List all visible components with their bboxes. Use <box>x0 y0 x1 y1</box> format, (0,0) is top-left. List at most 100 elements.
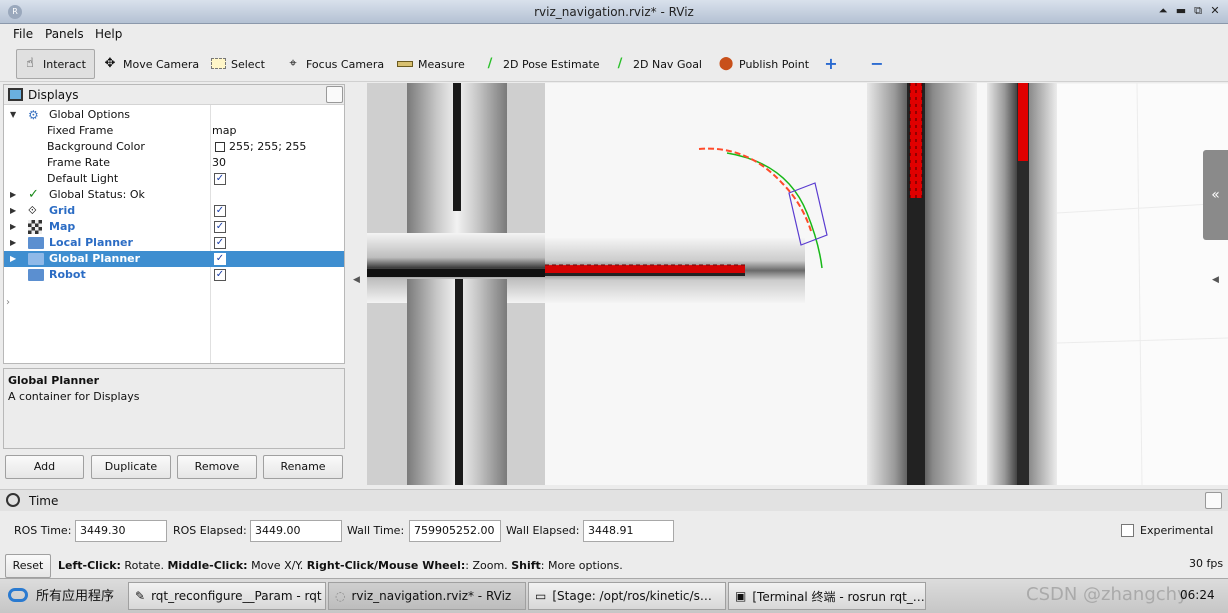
checkbox[interactable]: ✓ <box>214 221 226 233</box>
tree-row-grid[interactable]: ▶ ⟐ Grid ✓ <box>4 203 344 219</box>
expand-arrow-icon[interactable]: ▶ <box>10 219 16 235</box>
experimental-label: Experimental <box>1140 524 1214 537</box>
focus-camera-tool[interactable]: ⌖ Focus Camera <box>280 49 389 79</box>
task-stage[interactable]: ▭ [Stage: /opt/ros/kinetic/s… <box>528 582 726 610</box>
terminal-icon: ▣ <box>735 589 747 603</box>
window-title: rviz_navigation.rviz* - RViz <box>534 5 694 19</box>
task-terminal[interactable]: ▣ [Terminal 终端 - rosrun rqt_… <box>728 582 926 610</box>
shade-icon[interactable]: ⏶ <box>1156 4 1170 18</box>
tree-row-fixed-frame[interactable]: Fixed Frame map <box>4 123 344 139</box>
row-value[interactable]: map <box>212 123 236 139</box>
checkbox[interactable]: ✓ <box>214 173 226 185</box>
expand-arrow-icon[interactable]: ▶ <box>10 187 16 203</box>
fps-readout: 30 fps <box>1189 557 1224 570</box>
displays-header: Displays <box>4 85 344 105</box>
folder-icon <box>28 237 44 249</box>
map-render <box>367 83 1228 485</box>
ros-time-field[interactable]: 3449.30 <box>75 520 167 542</box>
menu-bar: File Panels Help <box>0 24 1228 44</box>
wall-time-field[interactable]: 759905252.00 <box>409 520 501 542</box>
select-tool[interactable]: Select <box>205 49 270 79</box>
menu-panels[interactable]: Panels <box>45 27 84 41</box>
row-label: Background Color <box>47 140 145 153</box>
collapse-left-icon[interactable]: ◀ <box>353 275 360 285</box>
select-icon <box>210 56 226 72</box>
add-button[interactable]: Add <box>5 455 84 479</box>
ros-time-label: ROS Time: <box>14 524 72 537</box>
close-icon[interactable]: ✕ <box>1208 4 1222 18</box>
nav-goal-icon: ∕ <box>617 56 623 71</box>
wall-time-label: Wall Time: <box>347 524 405 537</box>
publish-point-tool[interactable]: ⬤ Publish Point <box>713 49 814 79</box>
focus-camera-icon: ⌖ <box>289 56 297 71</box>
remove-button[interactable]: Remove <box>177 455 257 479</box>
undock-button[interactable] <box>1205 492 1222 509</box>
row-label: Frame Rate <box>47 156 110 169</box>
tree-row-frame-rate[interactable]: Frame Rate 30 <box>4 155 344 171</box>
watermark: CSDN @zhangchy <box>1026 584 1188 605</box>
measure-tool[interactable]: Measure <box>392 49 470 79</box>
task-rviz[interactable]: ◌ rviz_navigation.rviz* - RViz <box>328 582 526 610</box>
add-tool-button[interactable]: + <box>818 49 844 79</box>
row-label: Local Planner <box>49 236 133 249</box>
row-label: Global Options <box>49 108 131 121</box>
map-icon <box>28 220 42 234</box>
status-bar: Reset Left-Click: Rotate. Middle-Click: … <box>0 553 1228 578</box>
checkmark-icon: ✓ <box>28 187 39 202</box>
row-value[interactable]: 255; 255; 255 <box>229 139 306 155</box>
color-swatch[interactable] <box>215 142 225 152</box>
checkbox[interactable]: ✓ <box>214 237 226 249</box>
clock-icon <box>6 493 20 507</box>
title-bar: R rviz_navigation.rviz* - RViz ⏶ ▬ ⧉ ✕ <box>0 0 1228 24</box>
remove-tool-button[interactable]: − <box>864 49 890 79</box>
expand-arrow-icon[interactable]: ▼ <box>10 107 16 123</box>
tree-row-global-status[interactable]: ▶ ✓ Global Status: Ok <box>4 187 344 203</box>
reset-button[interactable]: Reset <box>5 554 51 578</box>
chevron-left-icon[interactable]: ◀ <box>1212 275 1219 285</box>
row-label: Default Light <box>47 172 119 185</box>
chevron-right-icon[interactable]: › <box>6 297 10 308</box>
description-title: Global Planner <box>8 374 100 387</box>
tree-row-global-options[interactable]: ▼ ⚙ Global Options <box>4 107 344 123</box>
menu-help[interactable]: Help <box>95 27 122 41</box>
expand-arrow-icon[interactable]: ▶ <box>10 251 16 267</box>
experimental-checkbox[interactable] <box>1121 524 1134 537</box>
wall-elapsed-field[interactable]: 3448.91 <box>583 520 674 542</box>
task-rqt[interactable]: ✎ rqt_reconfigure__Param - rqt <box>128 582 326 610</box>
checkbox[interactable]: ✓ <box>214 205 226 217</box>
undock-button[interactable] <box>326 86 343 103</box>
tree-row-robot[interactable]: Robot ✓ <box>4 267 344 283</box>
row-label: Global Status: Ok <box>49 188 145 201</box>
grid-icon: ⟐ <box>28 204 37 217</box>
mouse-hint: Left-Click: Rotate. Middle-Click: Move X… <box>58 559 623 572</box>
ros-elapsed-field[interactable]: 3449.00 <box>250 520 342 542</box>
move-camera-tool[interactable]: ✥ Move Camera <box>97 49 204 79</box>
pose-estimate-tool[interactable]: ∕ 2D Pose Estimate <box>477 49 605 79</box>
tree-row-default-light[interactable]: Default Light ✓ <box>4 171 344 187</box>
tree-row-global-planner[interactable]: ▶ Global Planner ✓ <box>4 251 344 267</box>
taskbar: 所有应用程序 ✎ rqt_reconfigure__Param - rqt ◌ rv… <box>0 578 1228 613</box>
maximize-icon[interactable]: ⧉ <box>1191 4 1205 18</box>
tree-row-local-planner[interactable]: ▶ Local Planner ✓ <box>4 235 344 251</box>
expand-arrow-icon[interactable]: ▶ <box>10 235 16 251</box>
menu-file[interactable]: File <box>13 27 33 41</box>
checkbox[interactable]: ✓ <box>214 269 226 281</box>
checkbox[interactable]: ✓ <box>214 253 226 265</box>
interact-tool[interactable]: ☝ Interact <box>16 49 95 79</box>
nav-goal-tool[interactable]: ∕ 2D Nav Goal <box>607 49 707 79</box>
expand-arrow-icon[interactable]: ▶ <box>10 203 16 219</box>
row-value[interactable]: 30 <box>212 155 226 171</box>
rename-button[interactable]: Rename <box>263 455 343 479</box>
ros-elapsed-label: ROS Elapsed: <box>173 524 247 537</box>
tree-row-map[interactable]: ▶ Map ✓ <box>4 219 344 235</box>
tree-row-background-color[interactable]: Background Color 255; 255; 255 <box>4 139 344 155</box>
minimize-icon[interactable]: ▬ <box>1174 4 1188 18</box>
apps-logo-icon <box>8 587 28 602</box>
duplicate-button[interactable]: Duplicate <box>91 455 171 479</box>
3d-view[interactable]: « ◀ <box>367 83 1228 485</box>
collapse-right-button[interactable]: « <box>1203 150 1228 240</box>
apps-menu-button[interactable]: 所有应用程序 <box>8 585 114 604</box>
row-label: Fixed Frame <box>47 124 114 137</box>
interact-icon: ☝ <box>26 56 34 71</box>
description-text: A container for Displays <box>8 390 140 403</box>
